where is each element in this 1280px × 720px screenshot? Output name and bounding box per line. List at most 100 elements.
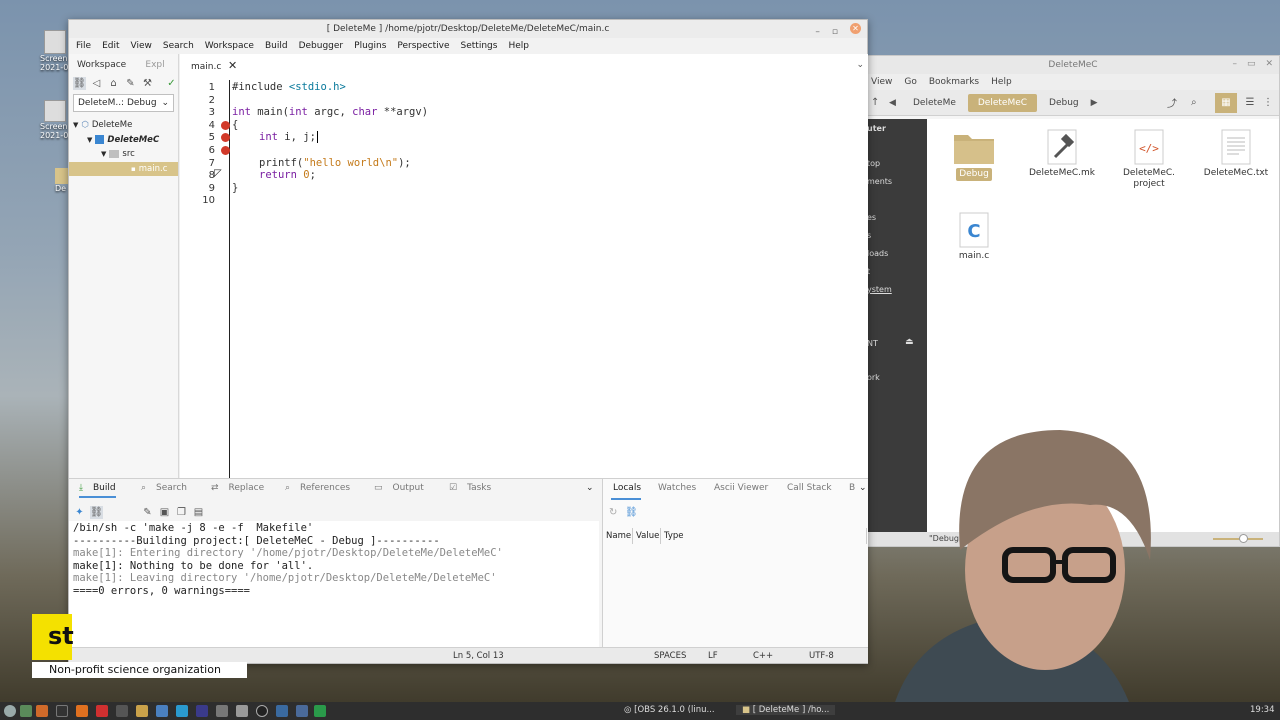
breadcrumb-deletemec[interactable]: DeleteMeC xyxy=(967,93,1038,112)
sidebar-item[interactable]: top xyxy=(867,159,880,168)
tab-output[interactable]: ▭ Output xyxy=(374,483,424,493)
pin-icon[interactable]: ✦ xyxy=(73,506,86,519)
menu-view[interactable]: View xyxy=(131,41,152,51)
expand-arrow-icon[interactable]: ▼ xyxy=(73,121,78,129)
app-icon[interactable] xyxy=(236,705,248,717)
forward-chevron-icon[interactable]: ▶ xyxy=(1091,98,1103,108)
tab-ascii-viewer[interactable]: Ascii Viewer xyxy=(714,483,768,493)
desktop-icon-screenshot-2[interactable]: Screen 2021-0 xyxy=(40,100,70,140)
tab-references[interactable]: ⌕ References xyxy=(285,483,350,493)
terminal-icon[interactable] xyxy=(56,705,68,717)
close-icon[interactable]: ✕ xyxy=(228,59,237,72)
column-header-value[interactable]: Value xyxy=(633,528,661,544)
file-item-makefile[interactable]: DeleteMeC.mk xyxy=(1021,129,1103,179)
app-icon[interactable] xyxy=(296,705,308,717)
save-icon[interactable]: ▣ xyxy=(158,506,171,519)
file-item-main-c[interactable]: C main.c xyxy=(933,212,1015,262)
link-icon[interactable]: ⛓ xyxy=(73,76,86,90)
menu-go[interactable]: Go xyxy=(904,77,916,87)
app-icon[interactable] xyxy=(156,705,168,717)
maximize-icon[interactable]: ▫ xyxy=(832,23,838,41)
code-area[interactable]: #include <stdio.h> int main(int argc, ch… xyxy=(180,80,868,494)
tab-watches[interactable]: Watches xyxy=(658,483,696,493)
tab-list-chevron-icon[interactable]: ⌄ xyxy=(856,60,864,70)
menu-help[interactable]: Help xyxy=(508,41,529,51)
eject-icon[interactable]: ⏏ xyxy=(905,337,914,347)
tab-locals[interactable]: Locals xyxy=(613,483,641,493)
tab-build[interactable]: ⤓ Build xyxy=(79,483,116,498)
menu-help[interactable]: Help xyxy=(991,77,1012,87)
app-icon[interactable] xyxy=(36,705,48,717)
menu-search[interactable]: Search xyxy=(163,41,194,51)
expand-arrow-icon[interactable]: ▼ xyxy=(87,136,92,144)
sidebar-item[interactable]: es xyxy=(867,213,876,222)
menu-build[interactable]: Build xyxy=(265,41,288,51)
wrench-icon[interactable]: ✎ xyxy=(124,77,137,90)
menu-file[interactable]: File xyxy=(76,41,91,51)
compact-view-icon[interactable]: ⋮ xyxy=(1263,97,1279,108)
link-icon[interactable]: ⛓ xyxy=(90,505,103,519)
menu-perspective[interactable]: Perspective xyxy=(397,41,449,51)
close-icon[interactable]: ✕ xyxy=(1265,59,1273,69)
tree-item-project[interactable]: ▼ DeleteMeC xyxy=(69,133,178,148)
list-view-icon[interactable]: ☰ xyxy=(1239,97,1261,108)
tools-icon[interactable]: ⚒ xyxy=(141,77,154,90)
link-icon[interactable]: ⛓ xyxy=(625,507,638,518)
menu-view[interactable]: View xyxy=(871,77,892,87)
expand-arrow-icon[interactable]: ▼ xyxy=(101,150,106,158)
tab-tasks[interactable]: ☑ Tasks xyxy=(449,483,491,493)
paste-icon[interactable]: ▤ xyxy=(192,506,205,519)
sidebar-item[interactable]: ments xyxy=(867,177,892,186)
home-icon[interactable]: ⌂ xyxy=(107,77,120,90)
line-ending[interactable]: LF xyxy=(708,651,718,661)
clear-icon[interactable]: ✎ xyxy=(141,506,154,519)
tree-item-folder[interactable]: ▼ src xyxy=(69,147,178,162)
sidebar-item[interactable]: ork xyxy=(867,373,880,382)
indent-mode[interactable]: SPACES xyxy=(654,651,686,661)
back-chevron-icon[interactable]: ◀ xyxy=(889,98,901,108)
desktop-icon-screenshot-1[interactable]: Screen 2021-0 xyxy=(40,30,70,72)
minimize-icon[interactable]: – xyxy=(815,23,820,41)
chevron-down-icon[interactable]: ⌄ xyxy=(586,483,594,493)
column-header-name[interactable]: Name xyxy=(603,528,633,544)
menu-plugins[interactable]: Plugins xyxy=(354,41,386,51)
refresh-icon[interactable]: ↻ xyxy=(609,507,617,518)
breadcrumb-debug[interactable]: Debug xyxy=(1039,94,1089,112)
up-arrow-icon[interactable]: ↑ xyxy=(871,97,887,108)
file-item-project[interactable]: </> DeleteMeC. project xyxy=(1108,129,1190,190)
search-icon[interactable]: ⌕ xyxy=(1191,97,1213,108)
send-icon[interactable]: ◁ xyxy=(90,77,103,90)
editor-tab-main-c[interactable]: main.c ✕ xyxy=(180,54,250,80)
icon-view-icon[interactable]: ▦ xyxy=(1215,92,1237,113)
file-item-debug[interactable]: Debug xyxy=(933,129,1015,181)
pin-icon[interactable]: ✓ xyxy=(165,77,178,90)
menu-bookmarks[interactable]: Bookmarks xyxy=(929,77,979,87)
tab-workspace[interactable]: Workspace xyxy=(69,54,134,76)
menu-workspace[interactable]: Workspace xyxy=(205,41,254,51)
tab-explorer[interactable]: Expl xyxy=(137,54,172,76)
app-icon[interactable] xyxy=(276,705,288,717)
app-icon[interactable] xyxy=(176,705,188,717)
tree-item-workspace[interactable]: ▼ ⬡ DeleteMe xyxy=(69,118,178,133)
menu-debugger[interactable]: Debugger xyxy=(299,41,344,51)
sidebar-item[interactable]: loads xyxy=(867,249,888,258)
tab-call-stack[interactable]: Call Stack xyxy=(787,483,832,493)
maximize-icon[interactable]: ▭ xyxy=(1247,59,1256,69)
app-icon[interactable] xyxy=(196,705,208,717)
copy-icon[interactable]: ❐ xyxy=(175,506,188,519)
task-codelite[interactable]: ■ [ DeleteMe ] /ho... xyxy=(736,705,836,715)
menu-edit[interactable]: Edit xyxy=(102,41,119,51)
app-icon[interactable] xyxy=(96,705,108,717)
task-obs[interactable]: ◎ [OBS 26.1.0 (linu... xyxy=(624,705,715,715)
menu-icon[interactable] xyxy=(4,705,16,717)
app-icon[interactable] xyxy=(116,705,128,717)
minimize-icon[interactable]: – xyxy=(1232,59,1237,69)
tree-item-file[interactable]: ▪ main.c xyxy=(69,161,178,176)
sidebar-item[interactable]: uter xyxy=(867,124,886,133)
close-icon[interactable]: ✕ xyxy=(850,23,861,34)
folder-icon[interactable] xyxy=(136,705,148,717)
file-item-txt[interactable]: DeleteMeC.txt xyxy=(1195,129,1277,179)
sidebar-item[interactable]: NT xyxy=(867,339,878,348)
app-icon[interactable] xyxy=(314,705,326,717)
tab-replace[interactable]: ⇄ Replace xyxy=(211,483,264,493)
